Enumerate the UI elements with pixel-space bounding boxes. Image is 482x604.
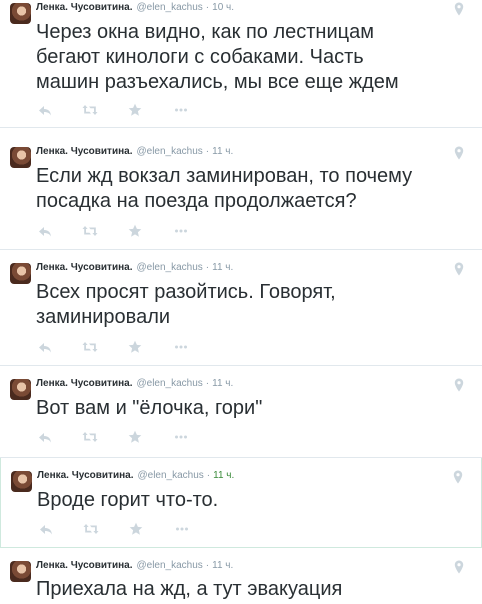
more-dots-icon[interactable]: [174, 103, 188, 117]
tweet-header: Ленка. Чусовитина. @elen_kachus · 11 ч.: [36, 144, 233, 160]
avatar[interactable]: [10, 3, 31, 24]
tweet-timestamp[interactable]: 11 ч.: [212, 378, 233, 389]
location-pin-icon[interactable]: [454, 2, 464, 16]
tweet-header: Ленка. Чусовитина. @elen_kachus · 11 ч.: [37, 468, 234, 484]
reply-icon[interactable]: [39, 522, 53, 536]
more-dots-icon[interactable]: [174, 224, 188, 238]
author-handle[interactable]: @elen_kachus: [137, 470, 203, 481]
star-icon[interactable]: [128, 430, 142, 444]
retweet-icon[interactable]: [82, 340, 98, 354]
author-name[interactable]: Ленка. Чусовитина.: [37, 470, 133, 481]
tweet-item[interactable]: Ленка. Чусовитина. @elen_kachus · 11 ч. Вот…: [0, 366, 482, 458]
avatar[interactable]: [11, 471, 32, 492]
separator: ·: [205, 146, 210, 157]
tweet-item[interactable]: Ленка. Чусовитина. @elen_kachus · 11 ч. Вро…: [0, 458, 482, 548]
tweet-timestamp[interactable]: 11 ч.: [213, 470, 234, 481]
author-name[interactable]: Ленка. Чусовитина.: [36, 262, 132, 273]
separator: ·: [206, 470, 211, 481]
tweet-header: Ленка. Чусовитина. @elen_kachus · 11 ч.: [36, 260, 233, 276]
reply-icon[interactable]: [38, 224, 52, 238]
more-dots-icon[interactable]: [174, 430, 188, 444]
author-name[interactable]: Ленка. Чусовитина.: [36, 2, 132, 13]
tweet-text: Всех просят разойтись. Говорят, заминиро…: [36, 281, 336, 328]
reply-icon[interactable]: [38, 340, 52, 354]
separator: ·: [205, 560, 210, 571]
location-pin-icon[interactable]: [454, 262, 464, 276]
location-pin-icon[interactable]: [454, 560, 464, 574]
star-icon[interactable]: [128, 340, 142, 354]
tweet-timestamp[interactable]: 11 ч.: [212, 560, 233, 571]
tweet-timestamp[interactable]: 10 ч.: [212, 2, 234, 13]
retweet-icon[interactable]: [83, 522, 99, 536]
location-pin-icon[interactable]: [454, 378, 464, 392]
tweet-timestamp[interactable]: 11 ч.: [212, 262, 233, 273]
author-name[interactable]: Ленка. Чусовитина.: [36, 378, 132, 389]
avatar[interactable]: [10, 263, 31, 284]
tweet-item[interactable]: Ленка. Чусовитина. @elen_kachus · 11 ч. Все…: [0, 250, 482, 366]
tweet-text: Вот вам и "ёлочка, гори": [36, 397, 263, 419]
tweet-header: Ленка. Чусовитина. @elen_kachus · 10 ч.: [36, 0, 234, 16]
star-icon[interactable]: [128, 103, 142, 117]
reply-icon[interactable]: [38, 430, 52, 444]
location-pin-icon[interactable]: [453, 470, 463, 484]
separator: ·: [205, 378, 210, 389]
retweet-icon[interactable]: [82, 224, 98, 238]
tweet-text: Приехала на жд, а тут эвакуация: [36, 578, 343, 600]
tweet-header: Ленка. Чусовитина. @elen_kachus · 11 ч.: [36, 558, 233, 574]
retweet-icon[interactable]: [82, 103, 98, 117]
tweet-text: Через окна видно, как по лестницам бегаю…: [36, 21, 399, 93]
author-handle[interactable]: @elen_kachus: [136, 146, 202, 157]
retweet-icon[interactable]: [82, 430, 98, 444]
tweet-timestamp[interactable]: 11 ч.: [212, 146, 233, 157]
separator: ·: [205, 262, 210, 273]
author-name[interactable]: Ленка. Чусовитина.: [36, 146, 132, 157]
more-dots-icon[interactable]: [174, 340, 188, 354]
author-name[interactable]: Ленка. Чусовитина.: [36, 560, 132, 571]
tweet-item[interactable]: Ленка. Чусовитина. @elen_kachus · 10 ч. Чер…: [0, 0, 482, 128]
location-pin-icon[interactable]: [454, 146, 464, 160]
avatar[interactable]: [10, 147, 31, 168]
tweet-header: Ленка. Чусовитина. @elen_kachus · 11 ч.: [36, 376, 233, 392]
author-handle[interactable]: @elen_kachus: [136, 2, 202, 13]
tweet-text: Вроде горит что-то.: [37, 489, 219, 511]
more-dots-icon[interactable]: [175, 522, 189, 536]
star-icon[interactable]: [128, 224, 142, 238]
avatar[interactable]: [10, 379, 31, 400]
author-handle[interactable]: @elen_kachus: [136, 378, 202, 389]
separator: ·: [205, 2, 210, 13]
tweet-feed: Ленка. Чусовитина. @elen_kachus · 10 ч. Чер…: [0, 0, 482, 604]
reply-icon[interactable]: [38, 103, 52, 117]
author-handle[interactable]: @elen_kachus: [136, 560, 202, 571]
author-handle[interactable]: @elen_kachus: [136, 262, 202, 273]
star-icon[interactable]: [129, 522, 143, 536]
tweet-item[interactable]: Ленка. Чусовитина. @elen_kachus · 11 ч. При…: [0, 548, 482, 604]
tweet-text: Если жд вокзал заминирован, то почему по…: [36, 165, 413, 212]
avatar[interactable]: [10, 561, 31, 582]
tweet-item[interactable]: Ленка. Чусовитина. @elen_kachus · 11 ч. Есл…: [0, 134, 482, 250]
